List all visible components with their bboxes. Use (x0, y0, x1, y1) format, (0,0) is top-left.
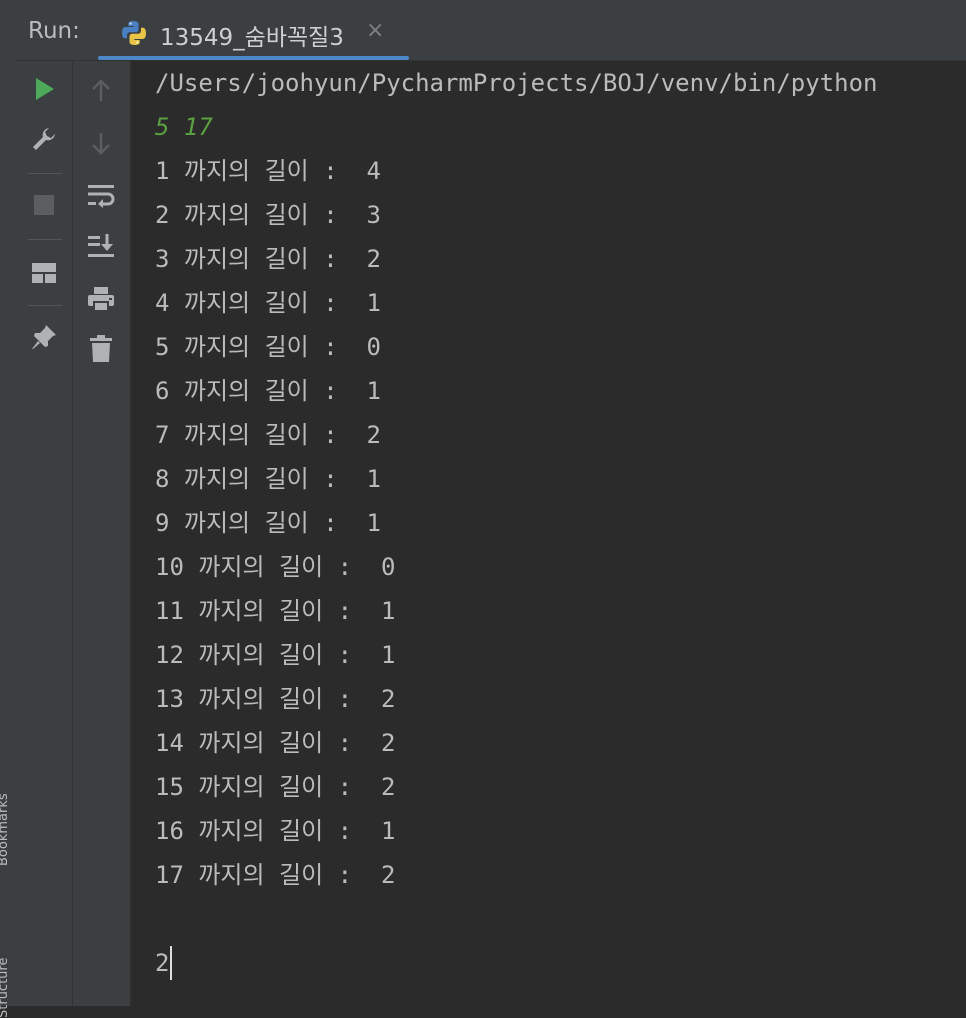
scroll-to-end-icon (88, 234, 114, 257)
console-output-line: 4 까지의 길이 : 1 (155, 289, 381, 317)
run-toolbar-primary (16, 61, 73, 1006)
text-cursor (170, 946, 172, 980)
stop-icon (34, 195, 54, 215)
console-input-line: 5 17 (155, 113, 213, 141)
console-output[interactable]: /Users/joohyun/PycharmProjects/BOJ/venv/… (131, 61, 966, 1006)
console-output-line: 13 까지의 길이 : 2 (155, 685, 396, 713)
stop-button[interactable] (28, 189, 60, 221)
pin-icon (32, 325, 56, 349)
tab-active-indicator (98, 56, 409, 60)
toolbar-divider (28, 173, 62, 174)
trash-icon (90, 335, 112, 362)
console-output-line: 1 까지의 길이 : 4 (155, 157, 381, 185)
run-tab[interactable]: 13549_숨바꼭질3 × (98, 0, 409, 60)
run-label: Run: (28, 18, 80, 44)
python-icon (122, 21, 146, 45)
run-icon (36, 78, 54, 100)
console-output-line: 14 까지의 길이 : 2 (155, 729, 396, 757)
console-output-line: 9 까지의 길이 : 1 (155, 509, 381, 537)
console-output-line: 5 까지의 길이 : 0 (155, 333, 381, 361)
console-result-line: 2 (155, 949, 170, 977)
console-output-line: 6 까지의 길이 : 1 (155, 377, 381, 405)
console-command-line: /Users/joohyun/PycharmProjects/BOJ/venv/… (155, 69, 878, 97)
side-tool-strip: Bookmarks Structure (0, 0, 17, 1018)
restore-layout-button[interactable] (28, 257, 60, 289)
console-output-line: 11 까지의 길이 : 1 (155, 597, 396, 625)
console-output-line: 17 까지의 길이 : 2 (155, 861, 396, 889)
print-icon (88, 287, 114, 312)
tab-title: 13549_숨바꼭질3 (160, 25, 344, 51)
console-output-line: 12 까지의 길이 : 1 (155, 641, 396, 669)
edit-configuration-button[interactable] (28, 123, 60, 155)
clear-all-button[interactable] (85, 333, 117, 365)
console-output-line: 15 까지의 길이 : 2 (155, 773, 396, 801)
console-output-line: 2 까지의 길이 : 3 (155, 201, 381, 229)
console-output-line: 10 까지의 길이 : 0 (155, 553, 396, 581)
soft-wrap-icon (88, 185, 115, 208)
down-arrow-icon (92, 133, 110, 155)
rerun-button[interactable] (28, 73, 60, 105)
soft-wrap-button[interactable] (85, 179, 117, 211)
wrench-icon (33, 128, 55, 150)
run-panel-header: Run: 13549_숨바꼭질3 × (16, 0, 966, 61)
previous-occurrence-button[interactable] (85, 75, 117, 107)
pin-tab-button[interactable] (28, 321, 60, 353)
toolbar-divider (28, 239, 62, 240)
bookmarks-tab[interactable]: Bookmarks (0, 716, 16, 866)
print-button[interactable] (85, 283, 117, 315)
console-output-line: 16 까지의 길이 : 1 (155, 817, 396, 845)
console-output-line: 8 까지의 길이 : 1 (155, 465, 381, 493)
scroll-to-end-button[interactable] (85, 229, 117, 261)
structure-tab[interactable]: Structure (0, 908, 16, 1018)
run-toolbar-secondary (73, 61, 131, 1006)
layout-icon (32, 263, 56, 283)
next-occurrence-button[interactable] (85, 127, 117, 159)
toolbar-divider (28, 305, 62, 306)
console-output-line: 3 까지의 길이 : 2 (155, 245, 381, 273)
close-icon[interactable]: × (366, 18, 384, 43)
up-arrow-icon (92, 79, 110, 101)
console-output-line: 7 까지의 길이 : 2 (155, 421, 381, 449)
